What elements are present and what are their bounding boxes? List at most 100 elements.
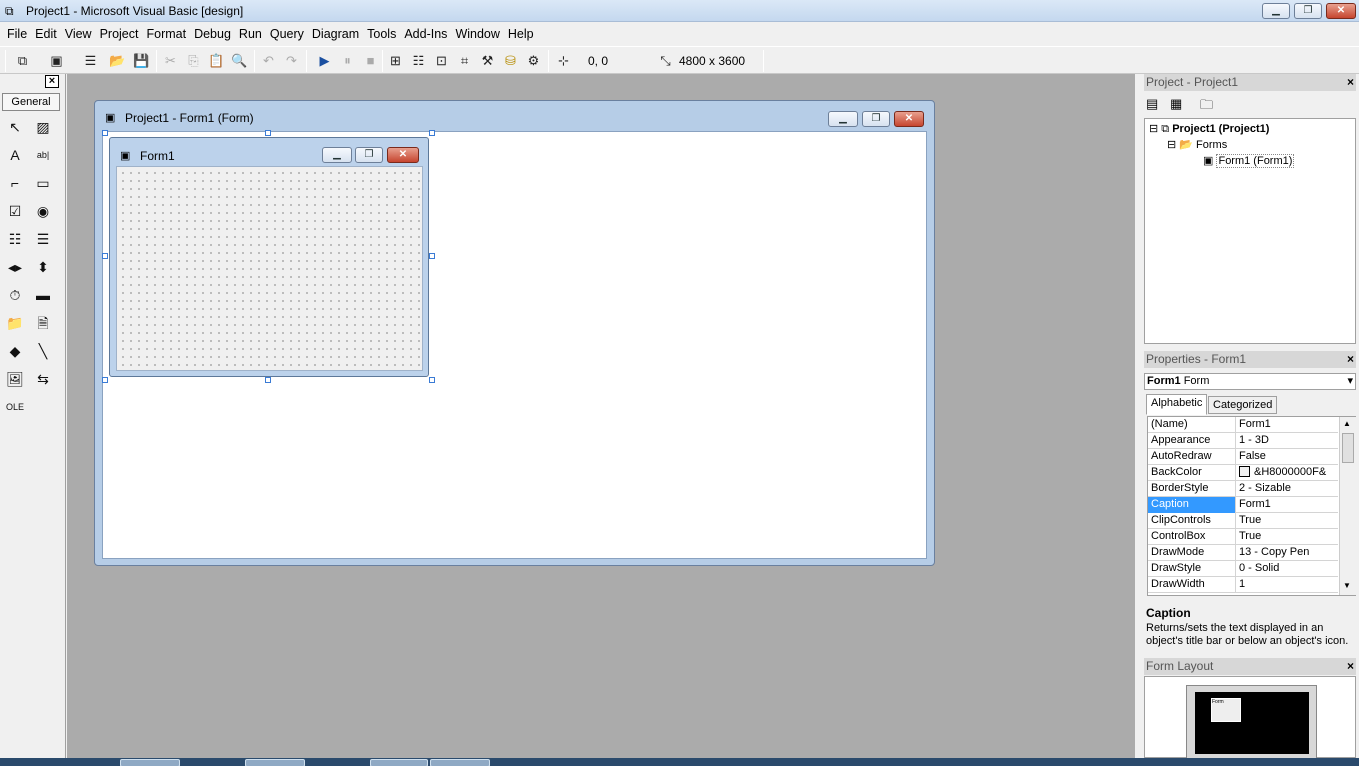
form1-minimize-button[interactable]: ▁ <box>322 147 352 163</box>
property-value[interactable]: 2 - Sizable <box>1237 481 1291 497</box>
checkbox-tool[interactable]: ☑ <box>4 200 26 222</box>
line-tool[interactable]: ╲ <box>32 340 54 362</box>
form1-window[interactable]: ▣ Form1 ▁ ❐ ✕ <box>109 137 429 377</box>
data-tool[interactable]: ⇆ <box>32 368 54 390</box>
menu-help[interactable]: Help <box>504 23 538 45</box>
form-layout-icon[interactable]: ⊡ <box>433 52 450 69</box>
menu-diagram[interactable]: Diagram <box>308 23 363 45</box>
taskbar-item[interactable] <box>430 759 490 766</box>
property-row[interactable]: BorderStyle 2 - Sizable <box>1148 481 1338 497</box>
resize-handle-e[interactable] <box>429 253 435 259</box>
property-value[interactable]: &H8000000F& <box>1237 465 1326 481</box>
vb-app-icon[interactable]: ⧉ <box>5 4 19 18</box>
tab-alphabetic[interactable]: Alphabetic <box>1146 394 1208 415</box>
ole-tool[interactable]: OLE <box>4 396 26 418</box>
menu-project[interactable]: Project <box>96 23 143 45</box>
data-view-icon[interactable]: ⛁ <box>502 52 519 69</box>
form-position-preview[interactable]: Form <box>1211 698 1241 722</box>
project-explorer-icon[interactable]: ⊞ <box>387 52 404 69</box>
form1-grid-surface[interactable] <box>116 166 423 371</box>
maximize-button[interactable]: ❐ <box>1294 3 1322 19</box>
listbox-tool[interactable]: ☰ <box>32 228 54 250</box>
open-project-icon[interactable]: 📂 <box>109 52 126 69</box>
tab-categorized[interactable]: Categorized <box>1208 396 1278 414</box>
toolbox-icon[interactable]: ⚒ <box>479 52 496 69</box>
property-value[interactable]: Form1 <box>1237 497 1271 513</box>
tree-collapse-icon[interactable]: ⊟ <box>1167 139 1176 151</box>
menu-editor-icon[interactable]: ☰ <box>82 52 99 69</box>
property-row[interactable]: DrawWidth 1 <box>1148 577 1338 593</box>
menu-query[interactable]: Query <box>266 23 308 45</box>
tree-item-form1[interactable]: ▣ Form1 (Form1) <box>1203 154 1295 168</box>
properties-window-icon[interactable]: ☷ <box>410 52 427 69</box>
resize-handle-nw[interactable] <box>102 130 108 136</box>
project-panel-close-button[interactable]: × <box>1344 76 1357 89</box>
shape-tool[interactable]: ◆ <box>4 340 26 362</box>
save-project-icon[interactable]: 💾 <box>133 52 150 69</box>
dirlistbox-tool[interactable]: 📁 <box>4 312 26 334</box>
property-row[interactable]: (Name) Form1 <box>1148 417 1338 433</box>
property-value[interactable]: 1 - 3D <box>1237 433 1269 449</box>
add-project-icon[interactable]: ⧉ <box>14 52 31 69</box>
resize-handle-n[interactable] <box>265 130 271 136</box>
hscrollbar-tool[interactable]: ◂▸ <box>4 256 26 278</box>
commandbutton-tool[interactable]: ▭ <box>32 172 54 194</box>
property-row[interactable]: DrawStyle 0 - Solid <box>1148 561 1338 577</box>
form1-close-button[interactable]: ✕ <box>387 147 419 163</box>
property-row[interactable]: Appearance 1 - 3D <box>1148 433 1338 449</box>
resize-handle-se[interactable] <box>429 377 435 383</box>
menu-run[interactable]: Run <box>235 23 266 45</box>
menu-format[interactable]: Format <box>142 23 190 45</box>
property-row[interactable]: ClipControls True <box>1148 513 1338 529</box>
optionbutton-tool[interactable]: ◉ <box>32 200 54 222</box>
resize-handle-sw[interactable] <box>102 377 108 383</box>
cut-icon[interactable]: ✂ <box>162 52 179 69</box>
properties-panel-close-button[interactable]: × <box>1344 353 1357 366</box>
view-object-icon[interactable]: ▦ <box>1170 96 1182 112</box>
property-row[interactable]: AutoRedraw False <box>1148 449 1338 465</box>
menu-file[interactable]: File <box>3 23 31 45</box>
close-button[interactable]: ✕ <box>1326 3 1356 19</box>
object-selector-combo[interactable]: Form1 Form ▾ <box>1144 373 1356 390</box>
property-row[interactable]: BackColor &H8000000F& <box>1148 465 1338 481</box>
taskbar-item[interactable] <box>370 759 428 766</box>
frame-tool[interactable]: ⌐ <box>4 172 26 194</box>
picturebox-tool[interactable]: ▨ <box>32 116 54 138</box>
scroll-thumb[interactable] <box>1342 433 1354 463</box>
resize-handle-w[interactable] <box>102 253 108 259</box>
paste-icon[interactable]: 📋 <box>208 52 225 69</box>
menu-edit[interactable]: Edit <box>31 23 61 45</box>
menu-tools[interactable]: Tools <box>363 23 400 45</box>
scroll-up-icon[interactable]: ▲ <box>1343 419 1351 428</box>
tree-collapse-icon[interactable]: ⊟ <box>1149 123 1158 135</box>
toggle-folders-icon[interactable]: 🗀 <box>1200 96 1213 118</box>
minimize-button[interactable]: ▁ <box>1262 3 1290 19</box>
timer-tool[interactable]: ⏱ <box>4 284 26 306</box>
component-manager-icon[interactable]: ⚙ <box>525 52 542 69</box>
object-browser-icon[interactable]: ⌗ <box>456 52 473 69</box>
menu-debug[interactable]: Debug <box>190 23 235 45</box>
property-scrollbar[interactable]: ▲ ▼ <box>1339 417 1356 595</box>
form1-maximize-button[interactable]: ❐ <box>355 147 383 163</box>
designer-close-button[interactable]: ✕ <box>894 111 924 127</box>
taskbar-item[interactable] <box>245 759 305 766</box>
property-value[interactable]: 13 - Copy Pen <box>1237 545 1309 561</box>
resize-handle-ne[interactable] <box>429 130 435 136</box>
break-icon[interactable]: ⏸ <box>339 52 356 69</box>
designer-maximize-button[interactable]: ❐ <box>862 111 890 127</box>
tree-item-project[interactable]: ⊟ ⧉ Project1 (Project1) <box>1149 122 1269 136</box>
property-row[interactable]: ControlBox True <box>1148 529 1338 545</box>
property-value[interactable]: False <box>1237 449 1266 465</box>
pointer-tool[interactable]: ↖ <box>4 116 26 138</box>
vscrollbar-tool[interactable]: ⬍ <box>32 256 54 278</box>
redo-icon[interactable]: ↷ <box>283 52 300 69</box>
image-tool[interactable]: 🖼 <box>4 368 26 390</box>
property-value[interactable]: Form1 <box>1237 417 1271 433</box>
menu-window[interactable]: Window <box>451 23 503 45</box>
property-value[interactable]: 0 - Solid <box>1237 561 1279 577</box>
taskbar-item[interactable] <box>120 759 180 766</box>
undo-icon[interactable]: ↶ <box>260 52 277 69</box>
textbox-tool[interactable]: ab| <box>32 144 54 166</box>
start-icon[interactable]: ▶ <box>316 52 333 69</box>
copy-icon[interactable]: ⎘ <box>185 52 202 69</box>
